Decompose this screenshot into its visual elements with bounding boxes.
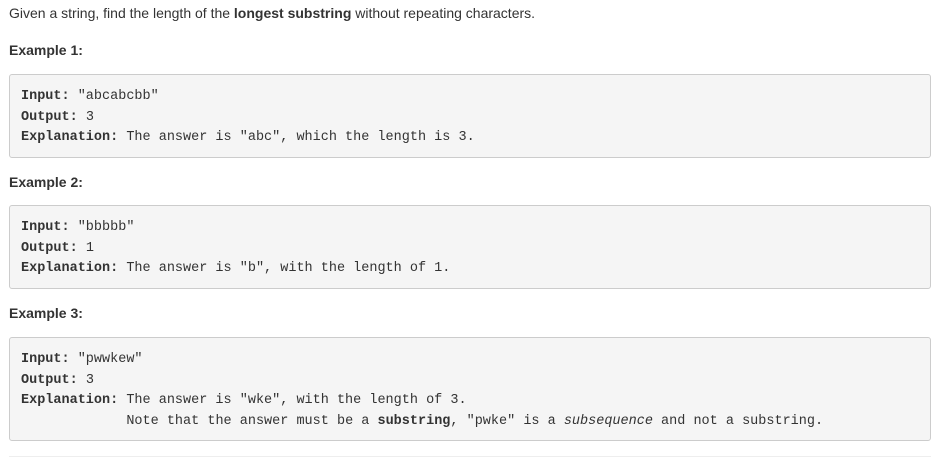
output-label: Output: [21,372,78,388]
note-bold-term: substring [377,413,451,429]
input-value: "abcabcbb" [69,89,159,104]
example-1-heading: Example 1: [9,42,83,58]
input-value: "bbbbb" [69,220,135,235]
example-3-note-line: Note that the answer must be a substring… [21,412,919,433]
example-3-explanation-line: Explanation: The answer is "wke", with t… [21,391,919,412]
example-2-explanation-line: Explanation: The answer is "b", with the… [21,259,919,280]
input-value: "pwwkew" [69,352,143,367]
example-2-box: Input: "bbbbb" Output: 1 Explanation: The … [9,205,931,289]
explanation-label: Explanation: [21,261,119,276]
note-prefix: Note that the answer must be a [126,413,378,429]
explanation-value: The answer is "abc", which the length is… [118,130,475,145]
input-label: Input: [21,89,70,104]
explanation-label: Explanation: [21,393,119,408]
note-middle: , "pwke" is a [450,413,564,429]
example-3-input-line: Input: "pwwkew" [21,350,919,371]
example-3-box: Input: "pwwkew" Output: 3 Explanation: The… [9,337,931,441]
example-2-heading: Example 2: [9,174,83,190]
output-label: Output: [21,240,78,256]
note-italic-term: subsequence [563,413,653,429]
note-suffix: and not a substring. [652,413,824,429]
example-1-input-line: Input: "abcabcbb" [21,87,919,108]
description-emphasis: longest substring [233,5,352,21]
note-indent [21,414,126,429]
output-value: 3 [77,372,94,388]
example-1-box: Input: "abcabcbb" Output: 3 Explanation: T… [9,74,931,158]
explanation-label: Explanation: [21,130,119,145]
input-label: Input: [21,352,70,367]
example-3-heading: Example 3: [9,305,83,321]
output-value: 3 [77,109,94,125]
input-label: Input: [21,220,70,235]
example-1-output-line: Output: 3 [21,108,919,129]
example-3-output-line: Output: 3 [21,371,919,392]
example-2-output-line: Output: 1 [21,239,919,260]
output-label: Output: [21,109,78,125]
example-1-explanation-line: Explanation: The answer is "abc", which … [21,128,919,149]
divider [9,456,931,457]
description-prefix: Given a string, find the length of the [9,5,234,21]
explanation-value: The answer is "wke", with the length of … [118,393,467,408]
output-value: 1 [77,240,94,256]
example-2-input-line: Input: "bbbbb" [21,218,919,239]
description-suffix: without repeating characters. [351,5,536,21]
problem-description: Given a string, find the length of the l… [9,4,535,22]
explanation-value: The answer is "b", with the length of 1. [118,261,451,276]
